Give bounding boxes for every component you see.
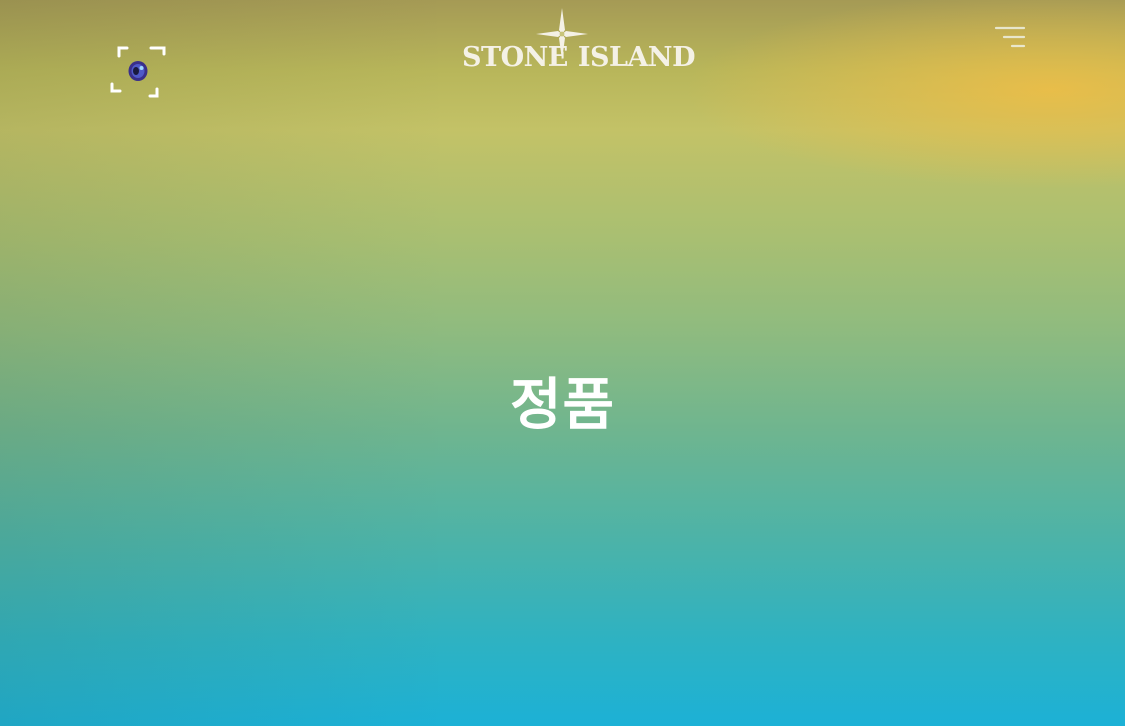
top-bar: STONE ISLAND: [0, 0, 1125, 110]
brand-name-left: STONE: [462, 42, 568, 73]
scan-button[interactable]: [110, 44, 168, 100]
page-title: 정품: [509, 372, 616, 438]
menu-button[interactable]: [992, 22, 1028, 52]
scan-eye-icon: [110, 46, 166, 98]
brand-logo[interactable]: STONE ISLAND: [462, 6, 696, 76]
menu-lines-icon: [994, 26, 1026, 48]
brand-name-right: ISLAND: [577, 42, 696, 73]
brand-name: STONE ISLAND: [462, 42, 696, 73]
